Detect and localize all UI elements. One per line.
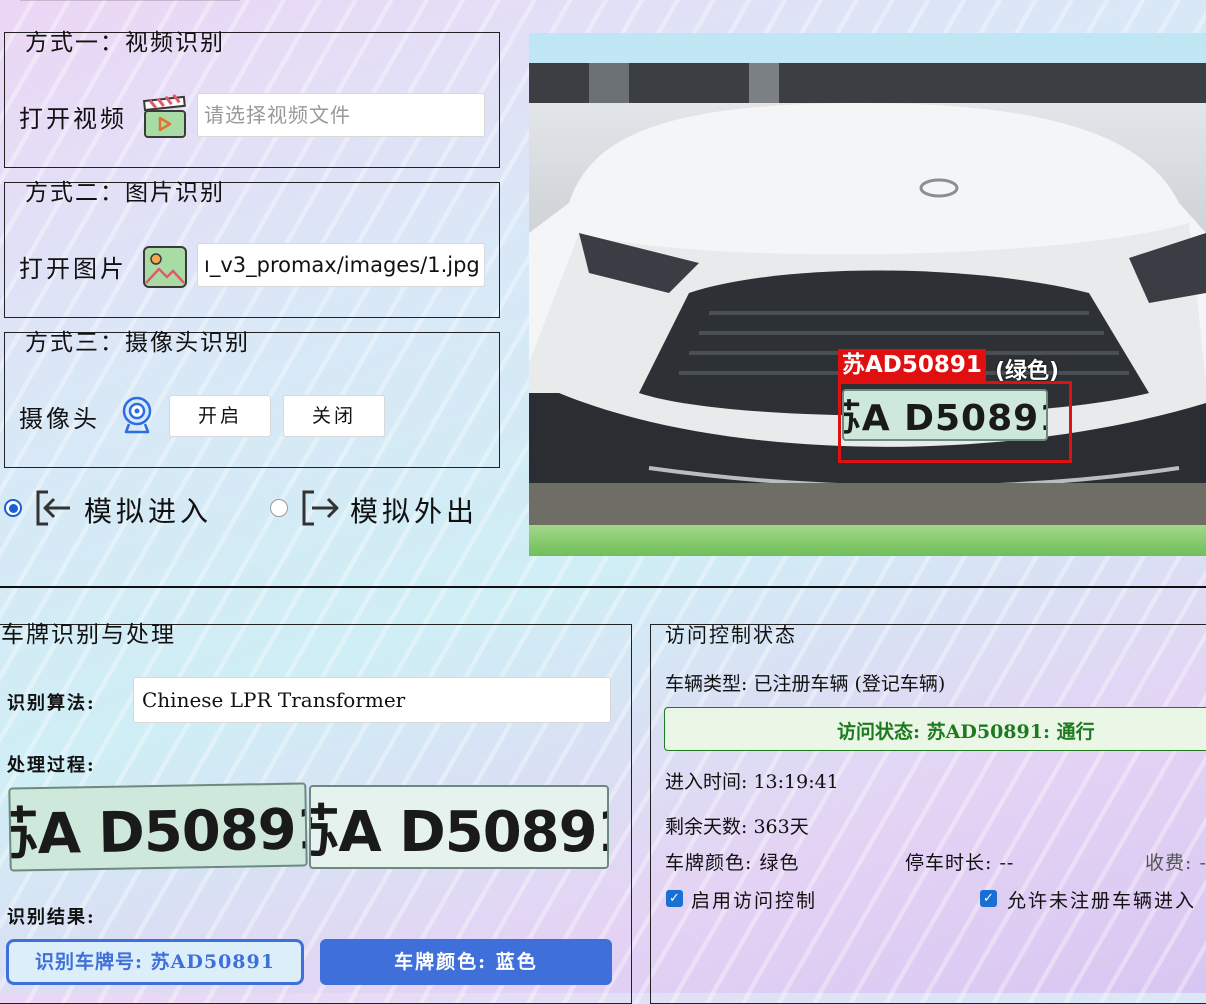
video-file-input[interactable]: 请选择视频文件 [197,93,485,137]
vehicle-type-text: 车辆类型: 已注册车辆 (登记车辆) [665,673,946,695]
parking-duration-text: 停车时长: -- [905,852,1015,874]
camera-label: 摄像头 [19,405,100,433]
video-recognition-group: 方式一：视频识别 打开视频 请选择视频文件 [4,30,500,168]
image-file-input[interactable]: ı_v3_promax/images/1.jpg [197,243,485,287]
plate-number-button[interactable]: 识别车牌号: 苏AD50891 [6,939,304,985]
process-plate-rectified: 苏A D50891 [309,785,609,869]
video-clapper-icon[interactable] [141,93,189,141]
enable-access-label[interactable]: 启用访问控制 [691,886,817,913]
plate-color-button[interactable]: 车牌颜色: 蓝色 [320,939,612,985]
algorithm-field[interactable]: Chinese LPR Transformer [133,677,611,723]
open-image-label: 打开图片 [19,255,127,283]
enable-access-checkbox[interactable]: ✓ [666,890,683,907]
process-label: 处理过程: [7,755,96,776]
preview-plate: 苏A D50891 [842,389,1048,441]
access-legend: 访问控制状态 [665,623,797,647]
detection-plate-label: 苏AD50891 [842,352,982,378]
fee-text: 收费: - [1145,852,1206,874]
access-status-banner: 访问状态: 苏AD50891: 通行 [664,707,1206,751]
allow-unregistered-label[interactable]: 允许未注册车辆进入 [1007,886,1196,913]
simulate-enter-label[interactable]: 模拟进入 [84,490,212,530]
result-label: 识别结果: [7,907,96,928]
simulate-exit-radio[interactable] [270,499,288,517]
simulate-enter-radio[interactable] [4,499,22,517]
access-control-group: 访问控制状态 车辆类型: 已注册车辆 (登记车辆) 访问状态: 苏AD50891… [650,623,1206,1004]
entry-time-text: 进入时间: 13:19:41 [665,771,839,793]
simulate-exit-label[interactable]: 模拟外出 [350,490,478,530]
preview-grass-border [529,523,1206,556]
access-status-text: 访问状态: 苏AD50891: 通行 [837,721,1095,743]
recognition-group: 车牌识别与处理 识别算法: Chinese LPR Transformer 处理… [0,622,632,1004]
camera-recognition-group: 方式三：摄像头识别 摄像头 开启 关闭 [4,330,500,468]
camera-close-button[interactable]: 关闭 [283,395,385,437]
plate-color-text: 车牌颜色: 蓝色 [394,951,538,973]
video-group-legend: 方式一：视频识别 [25,30,225,56]
camera-group-legend: 方式三：摄像头识别 [25,330,250,356]
image-group-legend: 方式二：图片识别 [25,180,225,206]
camera-open-button[interactable]: 开启 [169,395,271,437]
webcam-icon [117,395,157,437]
top-title-fragment [20,0,260,4]
plate-color-text: 车牌颜色: 绿色 [665,852,800,874]
algorithm-label: 识别算法: [7,693,96,714]
image-picture-icon[interactable] [141,243,189,291]
recognition-legend: 车牌识别与处理 [1,622,176,648]
exit-arrow-icon [300,488,342,528]
enter-arrow-icon [34,488,74,528]
plate-number-text: 识别车牌号: 苏AD50891 [35,951,275,973]
detection-color-label: (绿色) [995,359,1060,384]
process-plate-original: 苏A D50891 [8,782,308,872]
allow-unregistered-checkbox[interactable]: ✓ [980,890,997,907]
image-recognition-group: 方式二：图片识别 打开图片 ı_v3_promax/images/1.jpg [4,180,500,318]
video-preview-panel: 苏AD50891 (绿色) 苏A D50891 [529,33,1206,556]
detection-label-bg: 苏AD50891 [838,349,986,381]
days-left-text: 剩余天数: 363天 [665,816,809,838]
section-divider [0,586,1206,588]
open-video-label: 打开视频 [19,105,127,133]
